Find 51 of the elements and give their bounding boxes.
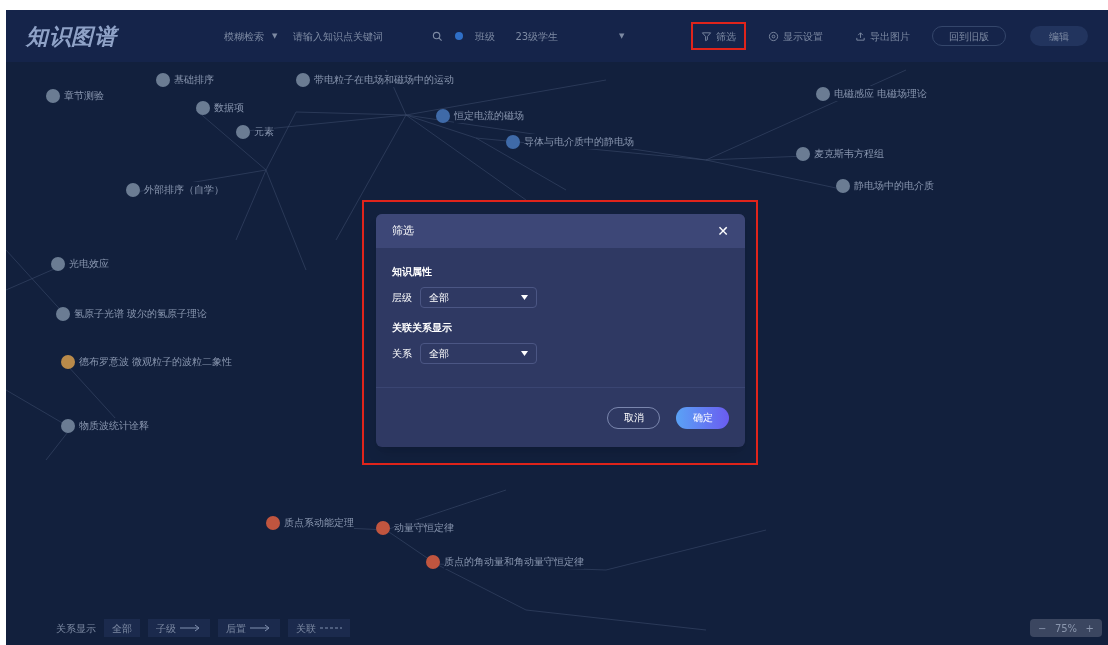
zoom-out-button[interactable]: − (1038, 620, 1047, 636)
section-heading: 知识属性 (392, 265, 433, 279)
confirm-button[interactable]: 确定 (676, 406, 729, 429)
graph-node-label: 动量守恒定律 (394, 520, 454, 535)
filter-icon (701, 30, 712, 42)
settings-icon (768, 30, 779, 42)
dropdown-select[interactable]: 全部 (420, 343, 537, 364)
graph-node-label: 物质波统计诠释 (79, 418, 149, 433)
graph-node-label: 质点的角动量和角动量守恒定律 (444, 554, 584, 569)
section-heading: 关联关系显示 (392, 321, 453, 335)
app-logo: 知识图谱 (26, 22, 120, 51)
legend-toggle[interactable]: 全部 (104, 619, 140, 637)
class-label: 班级 (475, 29, 496, 44)
caret-icon (521, 295, 528, 300)
caret-icon (521, 351, 528, 356)
legend-toggle[interactable]: 关联 (288, 619, 350, 637)
search-icon[interactable] (432, 30, 444, 42)
search-field[interactable]: 请输入知识点关键词 (285, 25, 421, 47)
graph-node-label: 元素 (254, 124, 274, 139)
zoom-level: 75% (1054, 621, 1078, 636)
dashed-line-icon (320, 624, 342, 632)
field-label: 层级 (392, 291, 412, 305)
graph-node-label: 导体与电介质中的静电场 (524, 134, 634, 149)
zoom-in-button[interactable]: + (1085, 620, 1094, 636)
arrow-icon (180, 624, 202, 632)
graph-node-label: 德布罗意波 微观粒子的波粒二象性 (79, 354, 233, 369)
arrow-icon (250, 624, 272, 632)
dropdown-select[interactable]: 全部 (420, 287, 537, 308)
graph-node-label: 带电粒子在电场和磁场中的运动 (314, 72, 454, 87)
graph-node-label: 光电效应 (69, 256, 109, 271)
graph-node-label: 静电场中的电介质 (854, 178, 934, 193)
graph-node-label: 电磁感应 电磁场理论 (834, 86, 928, 101)
toolbar-button[interactable]: 显示设置 (758, 22, 833, 50)
graph-node-label: 麦克斯韦方程组 (814, 146, 884, 161)
graph-node-label: 恒定电流的磁场 (454, 108, 524, 123)
graph-node-label: 数据项 (214, 100, 244, 115)
field-label: 关系 (392, 347, 412, 361)
dialog-title: 筛选 (392, 222, 414, 239)
graph-node-label: 质点系动能定理 (284, 515, 354, 530)
graph-node-label: 基础排序 (174, 72, 214, 87)
upload-icon (855, 30, 866, 42)
edit-button[interactable]: 编辑 (1030, 26, 1088, 46)
legend-label: 关系显示 (56, 621, 96, 636)
graph-node-label: 氢原子光谱 玻尔的氢原子理论 (74, 306, 208, 321)
toolbar-button[interactable]: 导出图片 (845, 22, 920, 50)
legend-toggle[interactable]: 后置 (218, 619, 280, 637)
info-icon[interactable] (455, 32, 464, 40)
legend-toggle[interactable]: 子级 (148, 619, 210, 637)
graph-node-label: 章节测验 (64, 88, 104, 103)
close-button[interactable]: ✕ (717, 220, 729, 242)
toolbar-button[interactable]: 筛选 (691, 22, 746, 50)
